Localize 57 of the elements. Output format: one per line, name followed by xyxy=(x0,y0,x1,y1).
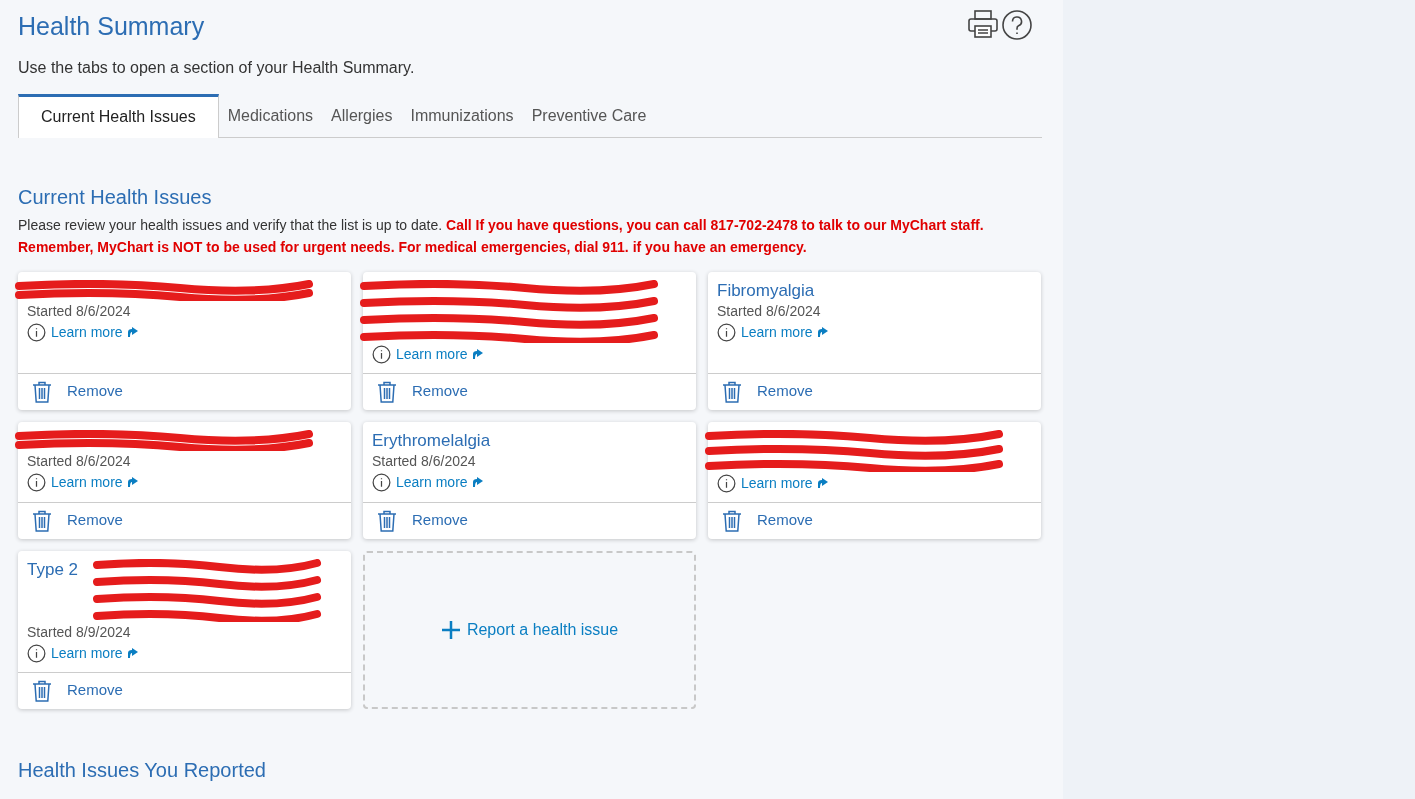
start-date: Started 8/6/2024 xyxy=(372,451,477,471)
remove-button[interactable]: Remove xyxy=(18,372,351,410)
trash-icon xyxy=(32,679,52,702)
external-link-icon xyxy=(817,478,828,488)
issue-title[interactable]: Erythromelalgia xyxy=(372,429,491,451)
external-link-icon xyxy=(817,327,828,337)
print-icon[interactable] xyxy=(968,10,998,38)
section-heading: Current Health Issues xyxy=(18,184,213,210)
trash-icon xyxy=(722,380,742,403)
trash-icon xyxy=(32,380,52,403)
page-title: Health Summary xyxy=(18,11,205,42)
trash-icon xyxy=(377,380,397,403)
info-icon xyxy=(717,322,736,342)
info-icon xyxy=(372,472,391,492)
external-link-icon xyxy=(127,477,138,487)
start-date: Started 8/6/2024 xyxy=(27,301,132,321)
start-date: Started 8/6/2024 xyxy=(27,451,132,471)
remove-button[interactable]: Remove xyxy=(708,501,1041,539)
tab[interactable]: Allergies xyxy=(322,94,402,137)
learn-more-link[interactable]: Learn more xyxy=(741,321,813,343)
learn-more-link[interactable]: Learn more xyxy=(51,642,123,664)
start-date: Started 8/6/2024 xyxy=(717,301,822,321)
issue-title[interactable]: Fibromyalgia xyxy=(717,279,815,301)
trash-icon xyxy=(722,509,742,532)
learn-more-link[interactable]: Learn more xyxy=(396,471,468,493)
info-icon xyxy=(717,473,736,493)
intro-text: Use the tabs to open a section of your Health Summary. xyxy=(18,57,416,78)
plus-icon xyxy=(440,619,461,640)
external-link-icon xyxy=(127,327,138,337)
notice-text: Please review your health issues and verify that the list is up to date. Call If you have questions, you can call 817-702-2478 to talk to our MyChart staff. Remember, MyChart is NOT to be used for urgent needs. For medical emergencies, dial 911. if you have an emergency. xyxy=(18,215,985,257)
learn-more-link[interactable]: Learn more xyxy=(741,472,813,494)
remove-button[interactable]: Remove xyxy=(363,501,696,539)
external-link-icon xyxy=(127,648,138,658)
info-icon xyxy=(372,344,391,364)
tab[interactable]: Preventive Care xyxy=(522,94,656,137)
trash-icon xyxy=(377,509,397,532)
external-link-icon xyxy=(472,477,483,487)
learn-more-link[interactable]: Learn more xyxy=(51,321,123,343)
section-heading: Health Issues You Reported xyxy=(18,757,267,783)
external-link-icon xyxy=(472,349,483,359)
report-issue-button[interactable]: Report a health issue xyxy=(363,550,696,709)
remove-button[interactable]: Remove xyxy=(18,671,351,709)
info-icon xyxy=(27,643,46,663)
start-date: Started 8/9/2024 xyxy=(27,622,132,642)
learn-more-link[interactable]: Learn more xyxy=(51,471,123,493)
tab[interactable]: Medications xyxy=(218,94,323,137)
remove-button[interactable]: Remove xyxy=(708,372,1041,410)
help-icon[interactable] xyxy=(1002,10,1032,40)
remove-button[interactable]: Remove xyxy=(363,372,696,410)
tab[interactable]: Current Health Issues xyxy=(18,93,219,138)
trash-icon xyxy=(32,509,52,532)
learn-more-link[interactable]: Learn more xyxy=(396,343,468,365)
info-icon xyxy=(27,472,46,492)
info-icon xyxy=(27,322,46,342)
remove-button[interactable]: Remove xyxy=(18,501,351,539)
tab[interactable]: Immunizations xyxy=(401,94,523,137)
issue-title[interactable]: Type 2 xyxy=(27,558,79,580)
